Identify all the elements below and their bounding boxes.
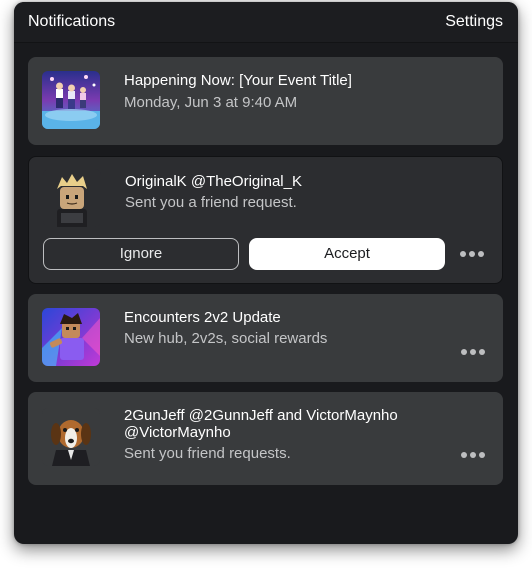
notification-card-event[interactable]: Happening Now: [Your Event Title] Monday…: [28, 57, 503, 145]
more-options-icon[interactable]: [461, 452, 485, 458]
notification-subtitle: New hub, 2v2s, social rewards: [124, 330, 328, 347]
notifications-header: Notifications Settings: [14, 2, 518, 43]
more-options-icon[interactable]: [460, 251, 484, 257]
notification-subtitle: Sent you a friend request.: [125, 194, 297, 211]
avatar-originalk: [43, 169, 101, 227]
notification-title: OriginalK @TheOriginal_K: [125, 173, 302, 190]
panel-title: Notifications: [28, 13, 116, 30]
notification-title: Encounters 2v2 Update: [124, 309, 281, 326]
game-thumbnail: [42, 308, 100, 366]
event-thumbnail: [42, 71, 100, 129]
accept-button[interactable]: Accept: [249, 238, 445, 270]
notification-title: Happening Now: [Your Event Title]: [124, 72, 352, 89]
notification-title-line-2: @VictorMaynho: [124, 424, 231, 441]
notification-subtitle: Sent you friend requests.: [124, 445, 291, 462]
ignore-button[interactable]: Ignore: [43, 238, 239, 270]
notification-card-friend-request[interactable]: OriginalK @TheOriginal_K Sent you a frie…: [28, 156, 503, 284]
notification-card-friend-requests[interactable]: 2GunJeff @2GunnJeff and VictorMaynho @Vi…: [28, 392, 503, 485]
notification-subtitle: Monday, Jun 3 at 9:40 AM: [124, 94, 298, 111]
more-options-icon[interactable]: [461, 349, 485, 355]
notification-card-game-update[interactable]: Encounters 2v2 Update New hub, 2v2s, soc…: [28, 294, 503, 382]
notification-title-line-1: 2GunJeff @2GunnJeff and VictorMaynho: [124, 407, 398, 424]
settings-link[interactable]: Settings: [445, 13, 503, 31]
notifications-panel: Notifications Settings Happening Now: [Y…: [14, 2, 518, 544]
avatar-dog: [42, 408, 100, 466]
